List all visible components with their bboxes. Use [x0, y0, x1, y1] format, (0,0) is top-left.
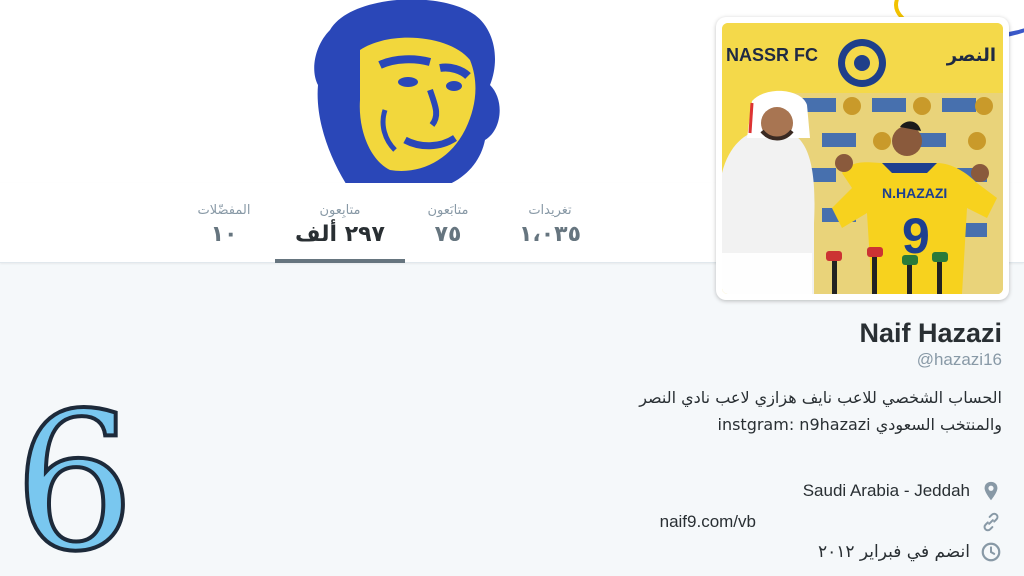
profile-avatar[interactable]: NASSR FC النصر N.HAZAZI 9 [716, 17, 1009, 300]
profile-url-link[interactable]: naif9.com/vb [660, 512, 756, 532]
profile-location: Saudi Arabia - Jeddah [803, 479, 1002, 503]
avatar-photo: NASSR FC النصر N.HAZAZI 9 [722, 23, 1003, 294]
stat-tweets-label: تغريدات [528, 203, 572, 218]
stat-favorites-value: ١٠ [210, 222, 238, 247]
profile-handle[interactable]: @hazazi16 [917, 350, 1002, 370]
profile-joined-text: انضم في فبراير ٢٠١٢ [817, 542, 970, 562]
stat-favorites[interactable]: المفضّلات ١٠ [180, 183, 268, 263]
profile-joined: انضم في فبراير ٢٠١٢ [818, 540, 1002, 564]
profile-location-text: Saudi Arabia - Jeddah [802, 481, 970, 500]
profile-url[interactable]: naif9.com/vb [660, 510, 1002, 534]
stat-followers-value: ٢٩٧ ألف [295, 222, 385, 247]
stat-following[interactable]: متابَعون ٧٥ [408, 183, 488, 263]
banner-portrait-illustration [314, 0, 500, 183]
avatar-shirt-name-text: N.HAZAZI [882, 185, 947, 201]
avatar-illustration: NASSR FC النصر N.HAZAZI 9 [722, 23, 1003, 294]
stat-following-label: متابَعون [427, 203, 469, 218]
stat-tweets-value: ١،٠٣٥ [518, 222, 582, 247]
link-icon [983, 512, 999, 532]
stat-followers[interactable]: متابِعون ٢٩٧ ألف [275, 183, 405, 263]
stat-tweets[interactable]: تغريدات ١،٠٣٥ [505, 183, 595, 263]
stat-followers-label: متابِعون [319, 203, 361, 218]
avatar-club-en-text: NASSR FC [726, 45, 818, 65]
map-pin-icon [984, 481, 998, 501]
overlay-rank-number: 6 [12, 372, 137, 576]
stat-favorites-label: المفضّلات [197, 203, 251, 218]
profile-name: Naif Hazazi [859, 318, 1002, 348]
stat-following-value: ٧٥ [434, 222, 462, 247]
clock-icon [981, 542, 1001, 562]
avatar-club-ar-text: النصر [946, 45, 996, 66]
banner-decoration-left [0, 0, 50, 70]
profile-bio: الحساب الشخصي للاعب نايف هزازي لاعب نادي… [639, 388, 1002, 434]
